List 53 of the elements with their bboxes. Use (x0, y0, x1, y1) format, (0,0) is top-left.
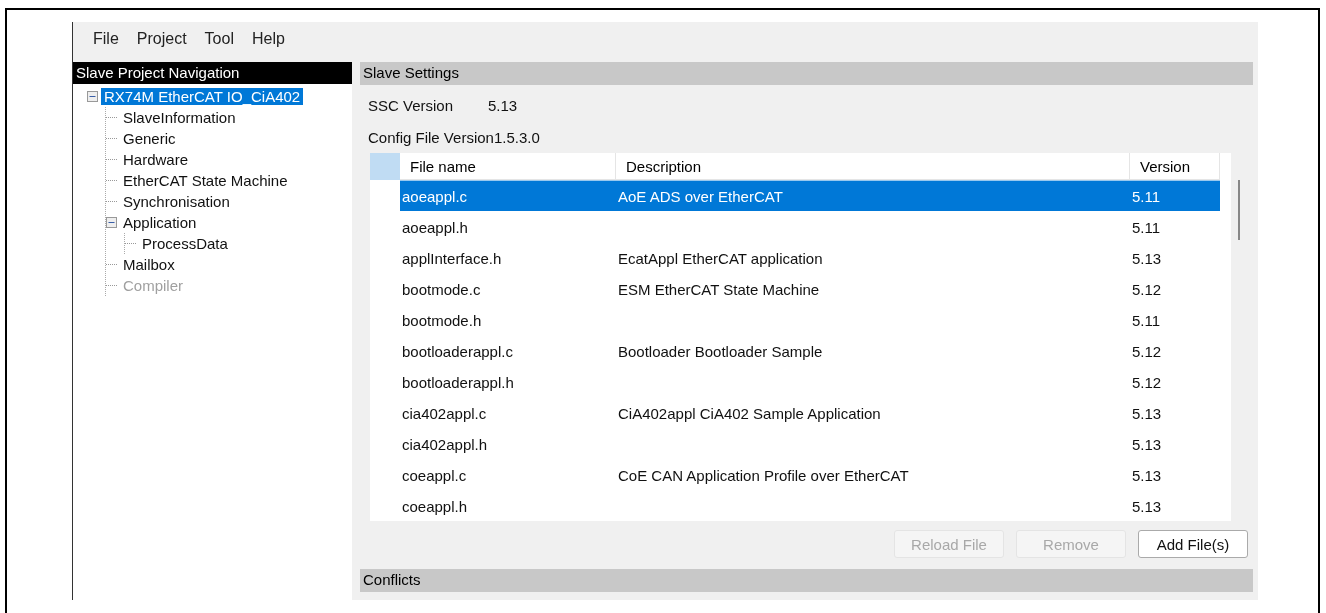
table-cell[interactable]: bootloaderappl.h (400, 366, 616, 397)
collapse-icon[interactable] (87, 91, 98, 102)
table-cell[interactable]: CoE CAN Application Profile over EtherCAT (616, 459, 1130, 490)
table-cell[interactable]: coeappl.c (400, 459, 616, 490)
table-cell[interactable]: aoeappl.h (400, 211, 616, 242)
table-cell[interactable]: applInterface.h (400, 242, 616, 273)
table-cell[interactable]: AoE ADS over EtherCAT (616, 180, 1130, 211)
table-cell[interactable]: 5.12 (1130, 335, 1220, 366)
row-header-corner (370, 153, 400, 180)
table-cell[interactable]: ESM EtherCAT State Machine (616, 273, 1130, 304)
tree-item[interactable]: Mailbox (120, 256, 178, 273)
tree-item[interactable]: EtherCAT State Machine (120, 172, 291, 189)
table-cell[interactable]: cia402appl.h (400, 428, 616, 459)
table-cell[interactable]: 5.13 (1130, 397, 1220, 428)
tree-item[interactable]: ProcessData (139, 235, 231, 252)
table-cell[interactable]: cia402appl.c (400, 397, 616, 428)
table-cell[interactable]: 5.12 (1130, 273, 1220, 304)
table-cell[interactable]: 5.11 (1130, 304, 1220, 335)
tree-item[interactable]: SlaveInformation (120, 109, 239, 126)
table-cell[interactable]: bootmode.h (400, 304, 616, 335)
field-label: SSC Version (368, 96, 455, 114)
table-cell[interactable]: 5.11 (1130, 211, 1220, 242)
panel-title: Conflicts (360, 569, 1253, 592)
table-cell[interactable]: aoeappl.c (400, 180, 616, 211)
table-cell[interactable]: CiA402appl CiA402 Sample Application (616, 397, 1130, 428)
field-value: 5.13 (488, 96, 518, 114)
menu-item[interactable]: Tool (198, 28, 240, 56)
panel-title: Slave Settings (360, 62, 1253, 85)
tree-item[interactable]: Application (120, 214, 200, 231)
panel-title: Slave Project Navigation (73, 62, 352, 84)
scroll-thumb[interactable] (1238, 180, 1240, 240)
menu-item[interactable]: Help (245, 28, 291, 56)
tree-item[interactable]: Hardware (120, 151, 192, 168)
collapse-icon[interactable] (106, 217, 117, 228)
field-value: 1.5.3.0 (493, 128, 540, 146)
table-cell[interactable]: 5.13 (1130, 490, 1220, 521)
field-label: Config File Version (368, 128, 494, 146)
table-cell[interactable]: Bootloader Bootloader Sample (616, 335, 1130, 366)
table-cell[interactable]: 5.13 (1130, 242, 1220, 273)
table-cell[interactable]: bootmode.c (400, 273, 616, 304)
menu-item[interactable]: Project (130, 28, 193, 56)
table-cell[interactable]: coeappl.h (400, 490, 616, 521)
tree-item[interactable]: Generic (120, 130, 179, 147)
table-cell[interactable]: 5.13 (1130, 428, 1220, 459)
table-cell[interactable]: 5.11 (1130, 180, 1220, 211)
table-cell[interactable]: EcatAppl EtherCAT application (616, 242, 1130, 273)
tree-item[interactable]: Synchronisation (120, 193, 233, 210)
table-cell[interactable]: bootloaderappl.c (400, 335, 616, 366)
menu-item[interactable]: File (87, 28, 125, 56)
action-button[interactable]: Add File(s) (1138, 530, 1248, 558)
table-cell[interactable]: 5.12 (1130, 366, 1220, 397)
tree-item[interactable]: RX74M EtherCAT IO_CiA402 (101, 88, 304, 105)
table-cell[interactable]: 5.13 (1130, 459, 1220, 490)
